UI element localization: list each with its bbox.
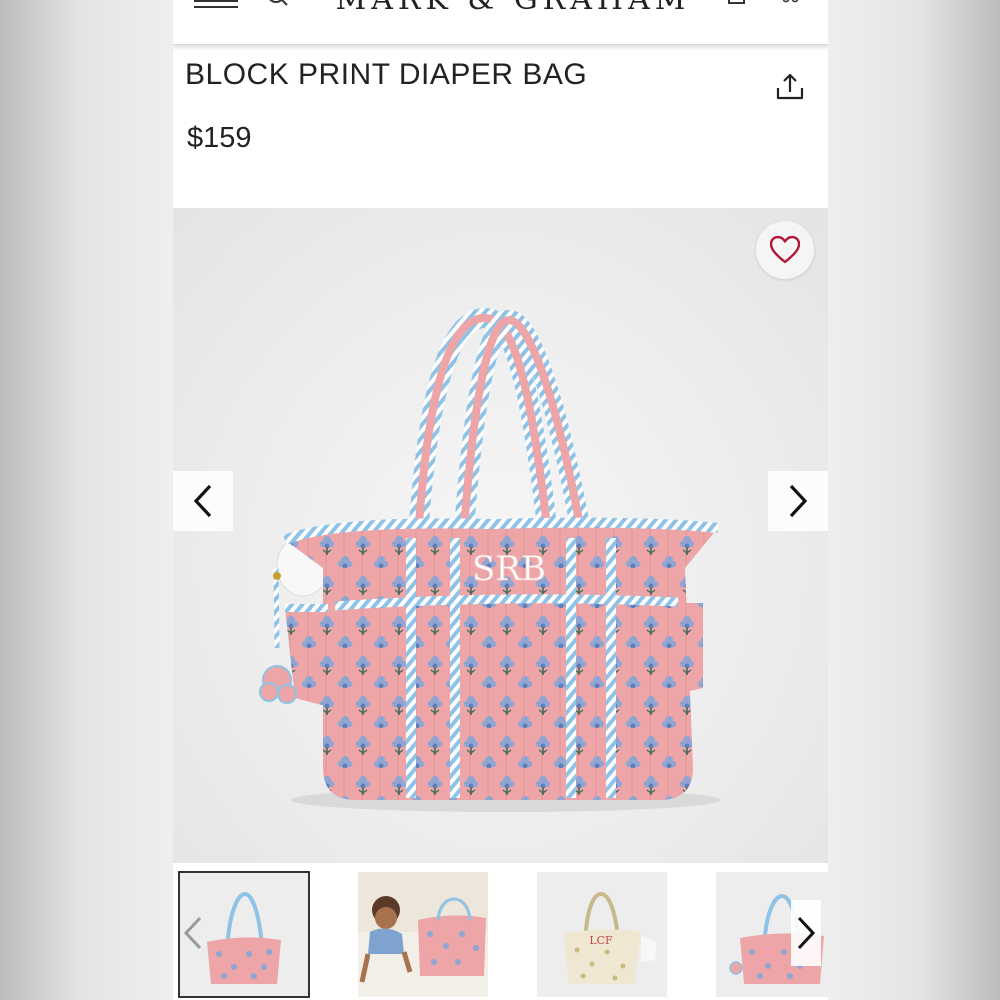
product-page: MARK & GRAHAM BLOCK PRINT DIAPER BAG $15… — [173, 0, 828, 1000]
shopping-bag-icon[interactable] — [726, 0, 748, 8]
thumbnail-strip: LCF — [173, 870, 828, 1000]
next-image-button[interactable] — [768, 471, 828, 531]
thumbnail-previous-icon[interactable] — [178, 900, 208, 966]
chevron-left-icon — [193, 484, 212, 518]
top-navigation-bar: MARK & GRAHAM — [173, 0, 828, 45]
monogram-text: SRB — [472, 549, 546, 589]
favorite-button[interactable] — [756, 221, 814, 279]
menu-icon[interactable] — [194, 0, 238, 10]
heart-icon — [770, 236, 800, 264]
brand-logo[interactable]: MARK & GRAHAM — [323, 0, 703, 17]
thumbnail-monogram: LCF — [589, 934, 613, 947]
search-icon[interactable] — [265, 0, 291, 8]
product-photo-main: SRB — [259, 307, 721, 812]
thumbnail-2[interactable] — [358, 872, 488, 997]
thumbnail-next-icon[interactable] — [791, 900, 821, 966]
product-image-gallery[interactable]: SRB — [173, 208, 828, 863]
thumbnail-3[interactable]: LCF — [537, 872, 667, 997]
more-icon[interactable] — [780, 0, 802, 8]
product-title: BLOCK PRINT DIAPER BAG — [185, 58, 588, 91]
product-price: $159 — [187, 122, 252, 154]
chevron-right-icon — [789, 484, 808, 518]
share-icon[interactable] — [773, 70, 807, 104]
previous-image-button[interactable] — [173, 471, 233, 531]
